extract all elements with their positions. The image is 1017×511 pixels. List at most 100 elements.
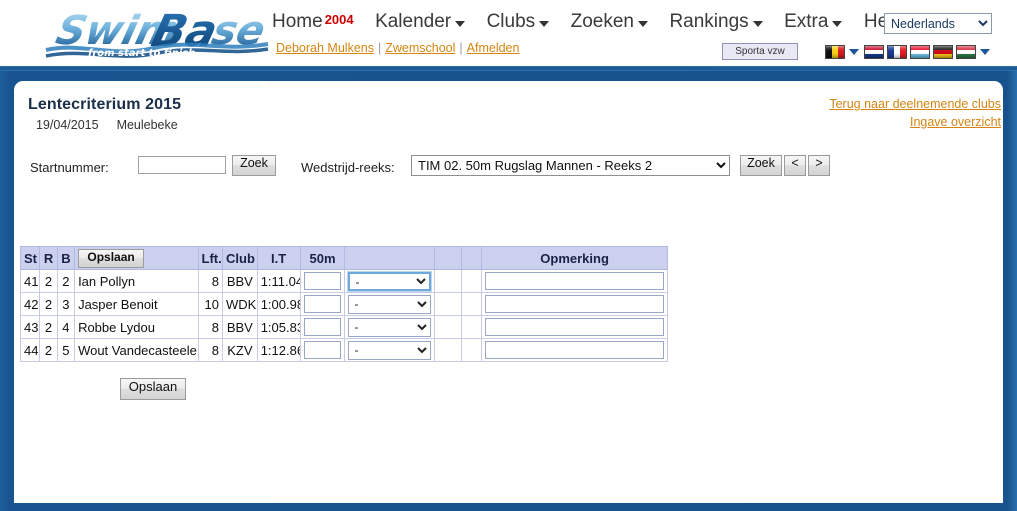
cell-lft: 8 — [197, 315, 224, 339]
nav-label-clubs: Clubs — [486, 11, 536, 32]
table-row: 42 2 3 Jasper Benoit 10 WDK 1:00.98 - — [19, 292, 668, 316]
cell-b: 3 — [56, 292, 76, 316]
status-select[interactable]: - — [348, 340, 432, 360]
col-header-50m: 50m — [299, 246, 346, 270]
cell-it: 1:11.04 — [256, 269, 301, 293]
subnav-separator: | — [459, 41, 463, 55]
germany-flag-icon[interactable] — [933, 44, 953, 59]
nav-item-extra[interactable]: Extra — [784, 9, 843, 35]
opmerking-input[interactable] — [485, 318, 664, 336]
zoek-reeks-button[interactable]: Zoek — [740, 155, 782, 176]
content-panel: Lentecriterium 2015 19/04/2015 Meulebeke … — [14, 81, 1003, 503]
netherlands-flag-icon[interactable] — [864, 44, 884, 59]
nav-label-rankings: Rankings — [669, 11, 749, 32]
belgium-flag-icon[interactable] — [825, 44, 845, 59]
cell-50m — [299, 292, 346, 316]
cell-blank1 — [434, 269, 462, 293]
cell-r: 2 — [39, 315, 58, 339]
opmerking-input[interactable] — [485, 341, 664, 359]
cell-blank2 — [460, 315, 483, 339]
chevron-down-icon — [832, 20, 843, 27]
wedstrijd-reeks-select[interactable]: TIM 02. 50m Rugslag Mannen - Reeks 2 — [411, 155, 730, 176]
flag-selector — [825, 43, 995, 61]
cell-swimmer-name: Robbe Lydou — [74, 315, 199, 339]
split-50m-input[interactable] — [303, 318, 342, 336]
cell-blank2 — [460, 292, 483, 316]
cell-status: - — [344, 292, 436, 316]
status-select[interactable]: - — [348, 294, 432, 314]
zoek-startnummer-button[interactable]: Zoek — [232, 155, 276, 176]
status-select[interactable]: - — [348, 317, 432, 337]
nav-year-badge[interactable]: 2004 — [325, 12, 354, 27]
nav-item-home[interactable]: Home 2004 — [272, 9, 354, 35]
split-50m-input[interactable] — [303, 272, 342, 290]
page-frame: Lentecriterium 2015 19/04/2015 Meulebeke … — [0, 71, 1017, 511]
cell-opmerking — [481, 269, 668, 293]
cell-it: 1:05.83 — [256, 315, 301, 339]
cell-lft: 8 — [197, 269, 224, 293]
cell-st: 42 — [19, 292, 41, 316]
cell-r: 2 — [39, 292, 58, 316]
subnav-link-user[interactable]: Deborah Mulkens — [276, 41, 374, 55]
swimbase-logo[interactable]: Swim Ba se from start to finish — [42, 4, 270, 62]
col-header-blank2 — [460, 246, 483, 270]
opslaan-button-top[interactable]: Opslaan — [78, 248, 145, 268]
opslaan-button-bottom[interactable]: Opslaan — [120, 378, 186, 400]
cell-blank1 — [434, 292, 462, 316]
col-header-b: B — [56, 246, 76, 270]
opmerking-input[interactable] — [485, 295, 664, 313]
cell-it: 1:00.98 — [256, 292, 301, 316]
wedstrijd-reeks-label: Wedstrijd-reeks: — [301, 160, 395, 175]
nav-item-zoeken[interactable]: Zoeken — [571, 9, 648, 35]
cell-status: - — [344, 269, 436, 293]
page-links: Terug naar deelnemende clubs Ingave over… — [829, 95, 1001, 131]
chevron-down-icon[interactable] — [849, 48, 859, 55]
previous-reeks-button[interactable]: < — [784, 155, 806, 176]
nav-item-kalender[interactable]: Kalender — [375, 9, 466, 35]
nav-item-rankings[interactable]: Rankings — [669, 9, 763, 35]
cell-club: KZV — [222, 338, 258, 362]
status-select[interactable]: - — [347, 270, 433, 292]
filter-bar: Startnummer: Zoek Wedstrijd-reeks: TIM 0… — [14, 154, 1003, 184]
nav-item-clubs[interactable]: Clubs — [487, 9, 550, 35]
luxembourg-flag-icon[interactable] — [910, 44, 930, 59]
chevron-down-icon — [539, 20, 550, 27]
subnav-link-afmelden[interactable]: Afmelden — [467, 41, 520, 55]
cell-club: BBV — [222, 269, 258, 293]
next-reeks-button[interactable]: > — [808, 155, 830, 176]
club-button[interactable]: Sporta vzw — [722, 43, 798, 60]
opmerking-input[interactable] — [485, 272, 664, 290]
cell-r: 2 — [39, 338, 58, 362]
link-ingave-overzicht[interactable]: Ingave overzicht — [829, 113, 1001, 131]
cell-b: 5 — [56, 338, 76, 362]
site-header: Swim Ba se from start to finish Home 2004… — [0, 0, 1017, 66]
subnav-link-zwemschool[interactable]: Zwemschool — [385, 41, 455, 55]
chevron-down-icon[interactable] — [980, 48, 990, 55]
chevron-down-icon — [637, 20, 648, 27]
startnummer-input[interactable] — [138, 156, 226, 174]
event-date: 19/04/2015 — [36, 118, 99, 132]
split-50m-input[interactable] — [303, 341, 342, 359]
link-terug-naar-deelnemende-clubs[interactable]: Terug naar deelnemende clubs — [829, 95, 1001, 113]
cell-club: BBV — [222, 315, 258, 339]
subnav-separator: | — [377, 41, 382, 55]
event-location: Meulebeke — [116, 118, 178, 132]
chevron-down-icon — [752, 20, 763, 27]
cell-opmerking — [481, 338, 668, 362]
table-row: 41 2 2 Ian Pollyn 8 BBV 1:11.04 - — [19, 269, 668, 293]
cell-50m — [299, 269, 346, 293]
language-select[interactable]: Nederlands — [884, 13, 992, 34]
france-flag-icon[interactable] — [887, 44, 907, 59]
col-header-st: St — [19, 246, 41, 270]
nav-label-zoeken: Zoeken — [570, 11, 634, 32]
col-header-it: I.T — [256, 246, 301, 270]
cell-blank1 — [434, 315, 462, 339]
hungary-flag-icon[interactable] — [956, 44, 976, 59]
split-50m-input[interactable] — [303, 295, 342, 313]
cell-club: WDK — [222, 292, 258, 316]
cell-r: 2 — [39, 269, 58, 293]
user-subnav: Deborah Mulkens | Zwemschool | Afmelden — [276, 41, 519, 55]
nav-label-home: Home — [272, 11, 323, 32]
table-row: 44 2 5 Wout Vandecasteele 8 KZV 1:12.86 … — [19, 338, 668, 362]
cell-it: 1:12.86 — [256, 338, 301, 362]
